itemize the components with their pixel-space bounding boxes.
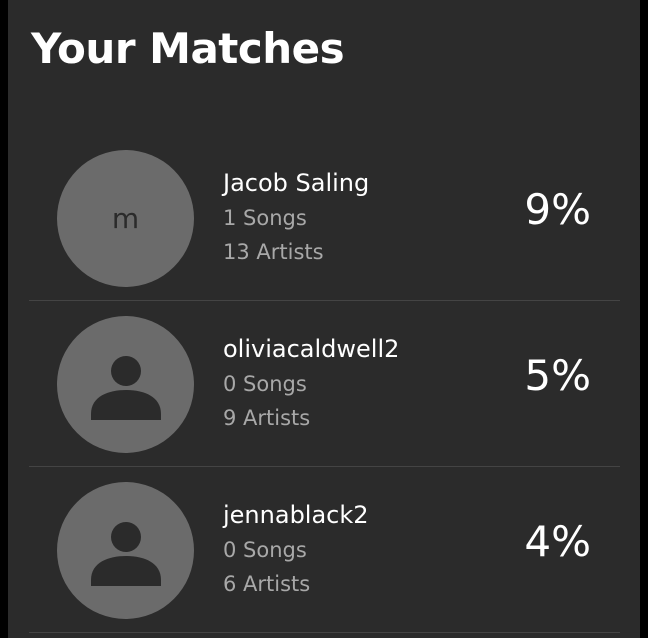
match-artists-count: 9 Artists (223, 405, 311, 430)
match-info: oliviacaldwell2 0 Songs 9 Artists (223, 335, 399, 440)
match-artists-count: 13 Artists (223, 239, 324, 264)
match-percent: 9% (524, 185, 591, 234)
match-list: m Jacob Saling 1 Songs 13 Artists 9% oli… (29, 135, 620, 633)
match-songs-count: 0 Songs (223, 537, 307, 562)
match-percent: 5% (524, 351, 591, 400)
page-title: Your Matches (31, 24, 345, 73)
match-row-oliviacaldwell2[interactable]: oliviacaldwell2 0 Songs 9 Artists 5% (29, 301, 620, 467)
avatar[interactable]: m (57, 150, 194, 287)
match-artists-count: 6 Artists (223, 571, 311, 596)
avatar-initial: m (111, 202, 140, 235)
match-songs-count: 1 Songs (223, 205, 307, 230)
match-percent: 4% (524, 517, 591, 566)
matches-panel: Your Matches m Jacob Saling 1 Songs 13 A… (8, 0, 640, 638)
match-username: oliviacaldwell2 (223, 335, 400, 363)
match-row-jacob-saling[interactable]: m Jacob Saling 1 Songs 13 Artists 9% (29, 135, 620, 301)
match-info: jennablack2 0 Songs 6 Artists (223, 501, 369, 606)
match-username: Jacob Saling (223, 169, 370, 197)
match-username: jennablack2 (223, 501, 369, 529)
avatar[interactable] (57, 316, 194, 453)
match-songs-count: 0 Songs (223, 371, 307, 396)
match-info: Jacob Saling 1 Songs 13 Artists (223, 169, 369, 274)
person-icon (90, 521, 161, 586)
avatar[interactable] (57, 482, 194, 619)
match-row-jennablack2[interactable]: jennablack2 0 Songs 6 Artists 4% (29, 467, 620, 633)
person-icon (90, 355, 161, 420)
